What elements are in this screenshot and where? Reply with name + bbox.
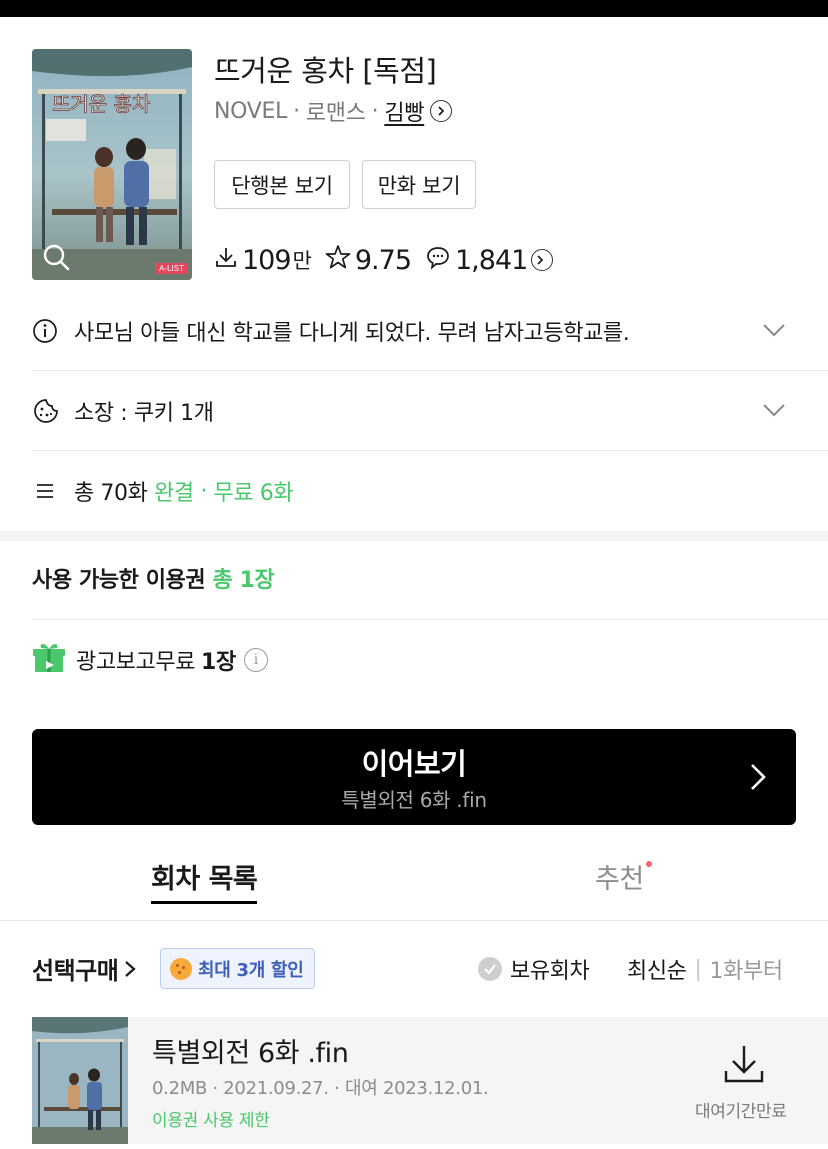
select-purchase-label: 선택구매: [32, 957, 119, 985]
list-item[interactable]: 특별외전 6화 .fin 0.2MB · 2021.09.27. · 대여 20…: [32, 1017, 828, 1144]
episode-summary-row: 총 70화 완결 · 무료 6화: [32, 451, 828, 531]
ticket-heading-text: 사용 가능한 이용권: [32, 568, 206, 593]
tab-episodes[interactable]: 회차 목록: [151, 857, 258, 904]
episode-limit: 이용권 사용 제한: [152, 1111, 270, 1131]
book-cover[interactable]: 뜨거운 홍차 A-LIST: [32, 49, 192, 280]
discount-label: 최대 3개 할인: [198, 959, 304, 981]
coin-icon: [170, 957, 192, 980]
tab-recommend[interactable]: 추천: [595, 857, 652, 896]
dot-separator: ·: [200, 478, 207, 504]
episode-thumbnail: [32, 1017, 128, 1144]
download-icon: [214, 245, 242, 276]
chevron-down-icon[interactable]: [762, 319, 786, 344]
author-link[interactable]: 김빵: [384, 95, 424, 127]
chevron-right-icon: [124, 959, 136, 979]
section-gap: [0, 531, 828, 541]
info-icon[interactable]: i: [243, 648, 268, 672]
episode-meta: 0.2MB · 2021.09.27. · 대여 2023.12.01.: [152, 1078, 489, 1099]
owned-text: 소장 : 쿠키 1개: [74, 401, 214, 426]
book-meta: NOVEL · 로맨스 · 김빵: [214, 95, 453, 127]
ticket-count: 총 1장: [212, 568, 275, 593]
download-status: 대여기간만료: [695, 1102, 787, 1122]
comment-count[interactable]: 1,841: [425, 244, 554, 277]
cover-badge: A-LIST: [155, 263, 188, 274]
book-format: NOVEL: [214, 98, 288, 124]
comic-view-button[interactable]: 만화 보기: [362, 160, 476, 209]
continue-label: 이어보기: [361, 747, 467, 781]
check-icon: [478, 957, 502, 981]
info-icon: [32, 318, 62, 344]
completion-status: 완결: [154, 481, 194, 506]
star-icon: [325, 244, 355, 277]
stats-row: 109 만 9.75 1,841: [214, 241, 567, 279]
free-episodes: 무료 6화: [213, 481, 294, 506]
cover-title-art: 뜨거운 홍차: [52, 92, 150, 116]
discount-badge[interactable]: 최대 3개 할인: [160, 948, 316, 989]
cookie-icon: [32, 397, 62, 425]
owned-episodes-toggle[interactable]: 보유회차: [478, 953, 590, 985]
sort-options: 최신순 | 1화부터: [627, 953, 783, 985]
chevron-right-icon: [748, 762, 768, 796]
ad-free-ticket: 광고보고무료 1장 i: [32, 640, 268, 680]
new-indicator-dot: [645, 861, 652, 867]
ticket-heading: 사용 가능한 이용권 총 1장: [32, 562, 275, 594]
ad-free-label: 광고보고무료: [76, 650, 196, 675]
status-bar: [0, 0, 828, 17]
rating: 9.75: [325, 244, 412, 277]
synopsis-text: 사모님 아들 대신 학교를 다니게 되었다. 무려 남자고등학교를.: [74, 321, 630, 346]
comment-value: 1,841: [455, 244, 528, 276]
tab-divider: [0, 920, 828, 921]
chevron-right-icon[interactable]: [531, 249, 554, 271]
tab-recommend-label: 추천: [595, 864, 644, 895]
sort-separator: |: [694, 956, 702, 982]
download-unit: 만: [292, 249, 312, 273]
continue-episode: 특별외전 6화 .fin: [341, 788, 487, 812]
meta-separator: ·: [371, 98, 379, 124]
rating-value: 9.75: [354, 244, 412, 276]
meta-separator: ·: [293, 98, 300, 124]
chevron-down-icon[interactable]: [762, 399, 786, 424]
tab-episodes-label: 회차 목록: [151, 864, 258, 895]
gift-icon: [32, 640, 66, 680]
sort-latest[interactable]: 최신순: [627, 953, 687, 985]
ad-free-count: 1장: [201, 650, 236, 675]
chevron-right-icon[interactable]: [430, 100, 453, 122]
download-icon[interactable]: [720, 1043, 768, 1089]
sort-first[interactable]: 1화부터: [710, 953, 784, 985]
total-episodes: 총 70화: [74, 481, 148, 506]
book-title: 뜨거운 홍차 [독점]: [214, 54, 437, 88]
continue-reading-button[interactable]: 이어보기 특별외전 6화 .fin: [32, 729, 796, 825]
divider: [32, 619, 828, 620]
select-purchase-button[interactable]: 선택구매: [32, 951, 136, 986]
download-count: 109 만: [214, 244, 312, 276]
book-genre: 로맨스: [305, 101, 366, 126]
list-icon: [32, 478, 62, 504]
volume-view-button[interactable]: 단행본 보기: [214, 160, 350, 209]
download-value: 109: [242, 244, 292, 276]
owned-episodes-label: 보유회차: [510, 959, 590, 984]
search-icon[interactable]: [42, 243, 70, 271]
owned-row[interactable]: 소장 : 쿠키 1개: [32, 371, 828, 451]
active-tab-underline: [151, 901, 258, 904]
comment-icon: [425, 244, 455, 277]
synopsis-row[interactable]: 사모님 아들 대신 학교를 다니게 되었다. 무려 남자고등학교를.: [32, 291, 828, 371]
episode-title: 특별외전 6화 .fin: [152, 1038, 349, 1069]
